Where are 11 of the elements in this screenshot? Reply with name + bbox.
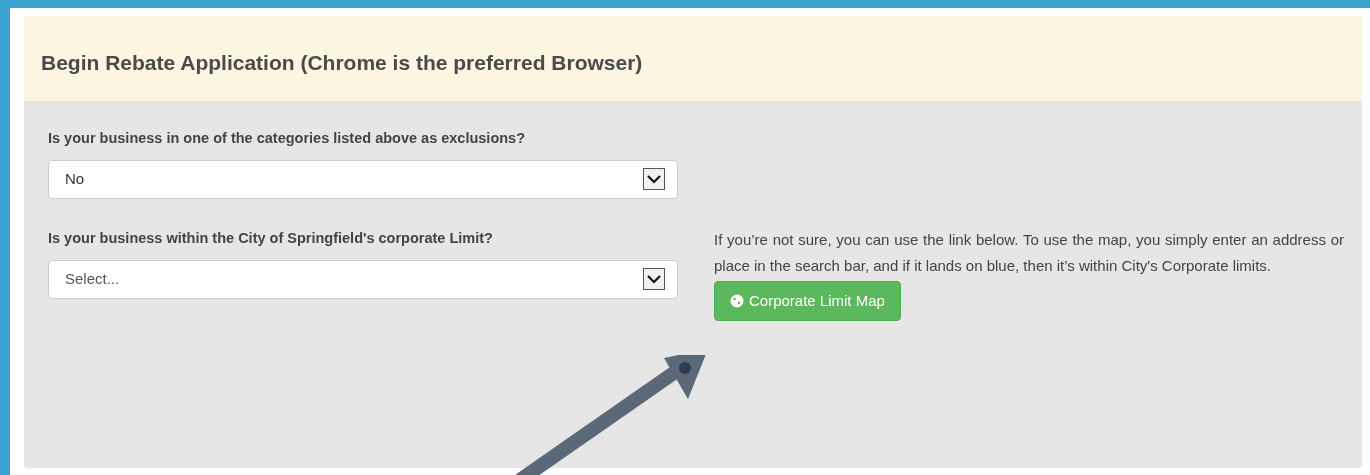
- question-label: Is your business within the City of Springfield's corporate Limit?: [48, 228, 494, 248]
- dropdown-value: No: [65, 169, 85, 189]
- globe-icon: [730, 294, 744, 308]
- question-label: Is your business in one of the categories listed above as exclusions?: [48, 129, 527, 148]
- dropdown[interactable]: Select...: [48, 259, 678, 299]
- dropdown[interactable]: No: [48, 159, 678, 199]
- panel-title: Begin Rebate Application (Chrome is the preferred Browser): [41, 49, 643, 76]
- dropdown-value: Select...: [65, 268, 120, 289]
- chevron-down-icon: [643, 268, 665, 290]
- help-text: If you’re not sure, you can use the link below. To use the map, you simply enter an address or place in the search bar, and if it lands on blue, then it’s within City's Corporate limits.: [714, 230, 1344, 276]
- chevron-down-icon: [643, 168, 665, 191]
